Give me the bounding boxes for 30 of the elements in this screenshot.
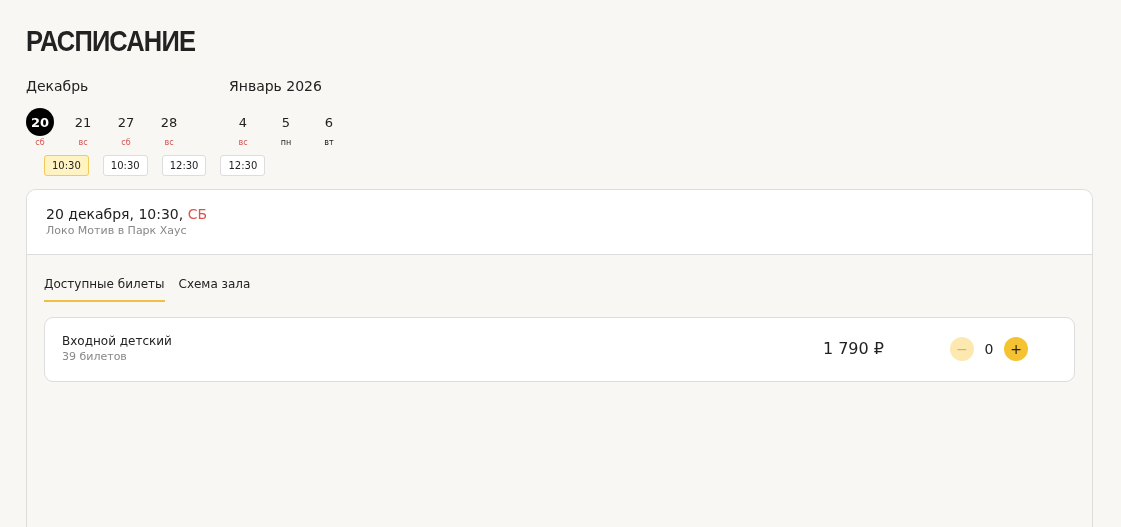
weekday-label: вс	[238, 138, 248, 147]
ticket-count: 39 билетов	[62, 350, 128, 363]
date-button[interactable]: 27	[112, 108, 140, 136]
increment-button[interactable]: +	[1004, 336, 1028, 361]
quantity-value: 0	[983, 340, 995, 357]
tab[interactable]: Схема зала	[178, 275, 251, 302]
time-button[interactable]: 10:30	[102, 155, 148, 176]
ticket-name: Входной детский	[62, 334, 173, 348]
date-button[interactable]: 6	[315, 108, 343, 136]
weekday-label: вс	[164, 138, 174, 147]
date-button[interactable]: 28	[155, 108, 183, 136]
time-button[interactable]: 12:30	[220, 155, 266, 176]
month-label: Декабрь	[26, 78, 90, 94]
date-button[interactable]: 20	[26, 108, 54, 136]
page-title: РАСПИСАНИЕ	[26, 24, 196, 58]
weekday-label: вс	[78, 138, 88, 147]
venue-label: Локо Мотив в Парк Хаус	[46, 224, 188, 237]
ticket-price: 1 790 ₽	[822, 339, 884, 358]
session-date: 20 декабря, 10:30, СБ	[46, 206, 209, 222]
weekday-label: пн	[280, 138, 292, 147]
date-button[interactable]: 5	[272, 108, 300, 136]
time-button[interactable]: 12:30	[161, 155, 207, 176]
month-label: Январь 2026	[229, 78, 323, 94]
date-button[interactable]: 4	[229, 108, 257, 136]
weekday-label: сб	[35, 138, 45, 147]
weekday-label: вт	[324, 138, 334, 147]
time-button[interactable]: 10:30	[44, 155, 89, 176]
date-button[interactable]: 21	[69, 108, 97, 136]
weekday-label: сб	[121, 138, 131, 147]
tab[interactable]: Доступные билеты	[44, 275, 165, 302]
